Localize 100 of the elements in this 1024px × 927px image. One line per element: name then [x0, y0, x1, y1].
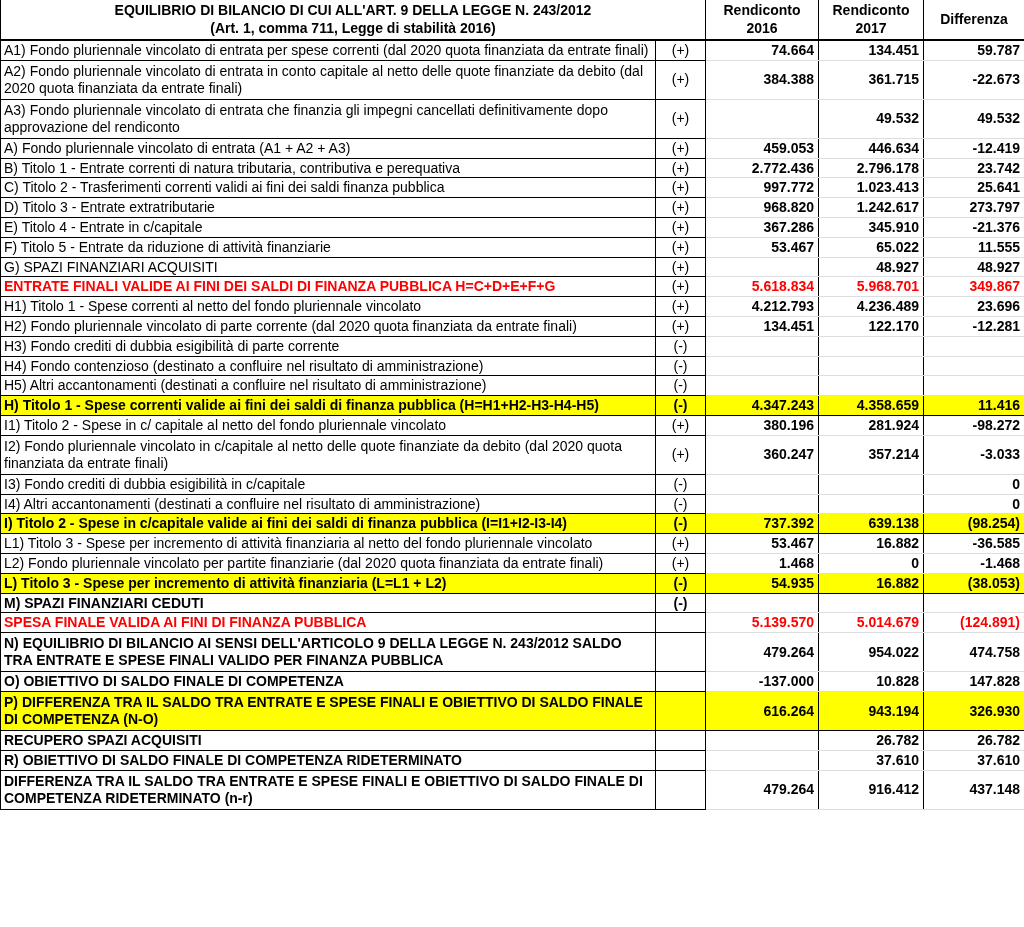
- value-cell: 916.412: [818, 770, 924, 809]
- row-label: D) Titolo 3 - Entrate extratributarie: [0, 197, 656, 218]
- value-cell: 367.286: [705, 217, 819, 238]
- row-label: I2) Fondo pluriennale vincolato in c/capitale al netto delle quote finanziate da debito (dal 2020 quota finanziata da entrate finali): [0, 435, 656, 475]
- value-cell: 26.782: [818, 730, 924, 751]
- row-label: H1) Titolo 1 - Spese correnti al netto del fondo pluriennale vincolato: [0, 296, 656, 317]
- row-label: A3) Fondo pluriennale vincolato di entrata che finanzia gli impegni cancellati definitivamente dopo approvazione del rendiconto: [0, 99, 656, 139]
- value-cell: 954.022: [818, 632, 924, 672]
- value-cell: 37.610: [818, 750, 924, 770]
- sign-cell: (+): [655, 257, 706, 277]
- value-cell: 10.828: [818, 671, 924, 692]
- row-label: L2) Fondo pluriennale vincolato per partite finanziarie (dal 2020 quota finanziata da entrate finali): [0, 553, 656, 574]
- value-cell: 384.388: [705, 60, 819, 100]
- column-header: Rendiconto 2017: [818, 0, 924, 40]
- value-cell: 5.139.570: [705, 612, 819, 633]
- value-cell: 0: [818, 553, 924, 574]
- value-cell: 361.715: [818, 60, 924, 100]
- value-cell: 616.264: [705, 691, 819, 731]
- column-header: Rendiconto 2016: [705, 0, 819, 40]
- sign-cell: (+): [655, 60, 706, 100]
- value-cell: 360.247: [705, 435, 819, 475]
- table-subtitle: (Art. 1, comma 711, Legge di stabilità 2016): [209, 19, 497, 37]
- value-cell: 968.820: [705, 197, 819, 218]
- row-label: H) Titolo 1 - Spese correnti valide ai fini dei saldi di finanza pubblica (H=H1+H2-H3-H4-H5): [0, 395, 656, 416]
- row-label: L1) Titolo 3 - Spese per incremento di attività finanziaria al netto del fondo pluriennale vincolato: [0, 533, 656, 554]
- sign-cell: (-): [655, 494, 706, 514]
- sign-cell: (+): [655, 217, 706, 238]
- row-label: F) Titolo 5 - Entrate da riduzione di attività finanziarie: [0, 237, 656, 258]
- sign-cell: (+): [655, 296, 706, 317]
- value-cell: 134.451: [705, 316, 819, 337]
- value-cell: 5.618.834: [705, 276, 819, 297]
- value-cell: 326.930: [923, 691, 1024, 731]
- value-cell: 2.772.436: [705, 158, 819, 178]
- sign-cell: (+): [655, 158, 706, 178]
- sign-cell: (-): [655, 375, 706, 396]
- value-cell: 4.212.793: [705, 296, 819, 317]
- sign-cell: (+): [655, 197, 706, 218]
- sign-cell: (+): [655, 533, 706, 554]
- row-label: H3) Fondo crediti di dubbia esigibilità di parte corrente: [0, 336, 656, 357]
- value-cell: 16.882: [818, 533, 924, 554]
- row-label: DIFFERENZA TRA IL SALDO TRA ENTRATE E SPESE FINALI E OBIETTIVO DI SALDO FINALE DI COMPETENZA RIDETERMINATO (n-r): [0, 770, 656, 809]
- value-cell: 49.532: [818, 99, 924, 139]
- row-label: G) SPAZI FINANZIARI ACQUISITI: [0, 257, 656, 277]
- row-label: I) Titolo 2 - Spese in c/capitale valide ai fini dei saldi di finanza pubblica (I=I1+I2-I3-I4): [0, 513, 656, 534]
- row-label: ENTRATE FINALI VALIDE AI FINI DEI SALDI DI FINANZA PUBBLICA H=C+D+E+F+G: [0, 276, 656, 297]
- row-label: I3) Fondo crediti di dubbia esigibilità in c/capitale: [0, 474, 656, 495]
- value-cell: 74.664: [705, 40, 819, 61]
- value-cell: 53.467: [705, 237, 819, 258]
- value-cell: 357.214: [818, 435, 924, 475]
- row-label: A2) Fondo pluriennale vincolato di entrata in conto capitale al netto delle quote finanziate da debito (dal 2020 quota finanziata da entrate finali): [0, 60, 656, 100]
- sign-cell: (+): [655, 138, 706, 159]
- row-label: B) Titolo 1 - Entrate correnti di natura tributaria, contributiva e perequativa: [0, 158, 656, 178]
- row-label: I4) Altri accantonamenti (destinati a confluire nel risultato di amministrazione): [0, 494, 656, 514]
- sign-cell: (+): [655, 99, 706, 139]
- value-cell: 997.772: [705, 177, 819, 198]
- row-label: M) SPAZI FINANZIARI CEDUTI: [0, 593, 656, 613]
- value-cell: 459.053: [705, 138, 819, 159]
- sign-cell: (-): [655, 336, 706, 357]
- row-label: E) Titolo 4 - Entrate in c/capitale: [0, 217, 656, 238]
- row-label: I1) Titolo 2 - Spese in c/ capitale al netto del fondo pluriennale vincolato: [0, 415, 656, 436]
- value-cell: 345.910: [818, 217, 924, 238]
- value-cell: 48.927: [818, 257, 924, 277]
- value-cell: 5.968.701: [818, 276, 924, 297]
- value-cell: 2.796.178: [818, 158, 924, 178]
- value-cell: 446.634: [818, 138, 924, 159]
- sign-cell: (-): [655, 474, 706, 495]
- sign-cell: (+): [655, 40, 706, 61]
- row-label: H4) Fondo contenzioso (destinato a confluire nel risultato di amministrazione): [0, 356, 656, 376]
- sign-cell: (+): [655, 237, 706, 258]
- value-cell: 943.194: [818, 691, 924, 731]
- sign-cell: (+): [655, 177, 706, 198]
- value-cell: 53.467: [705, 533, 819, 554]
- sign-cell: (+): [655, 415, 706, 436]
- value-cell: 281.924: [818, 415, 924, 436]
- value-cell: 65.022: [818, 237, 924, 258]
- sign-cell: (+): [655, 316, 706, 337]
- table-title: EQUILIBRIO DI BILANCIO DI CUI ALL'ART. 9 DELLA LEGGE N. 243/2012: [113, 2, 593, 20]
- row-label: P) DIFFERENZA TRA IL SALDO TRA ENTRATE E SPESE FINALI E OBIETTIVO DI SALDO FINALE DI COMPETENZA (N-O): [0, 691, 656, 731]
- value-cell: -137.000: [705, 671, 819, 692]
- row-label: O) OBIETTIVO DI SALDO FINALE DI COMPETENZA: [0, 671, 656, 692]
- row-label: L) Titolo 3 - Spese per incremento di attività finanziaria (L=L1 + L2): [0, 573, 656, 594]
- row-label: R) OBIETTIVO DI SALDO FINALE DI COMPETENZA RIDETERMINATO: [0, 750, 656, 770]
- sign-cell: (-): [655, 356, 706, 376]
- sign-cell: (+): [655, 276, 706, 297]
- value-cell: 1.242.617: [818, 197, 924, 218]
- value-cell: 122.170: [818, 316, 924, 337]
- sign-cell: (+): [655, 435, 706, 475]
- row-label: SPESA FINALE VALIDA AI FINI DI FINANZA PUBBLICA: [0, 612, 656, 633]
- value-cell: 134.451: [818, 40, 924, 61]
- value-cell: 380.196: [705, 415, 819, 436]
- value-cell: 1.023.413: [818, 177, 924, 198]
- sign-cell: (-): [655, 593, 706, 613]
- value-cell: 5.014.679: [818, 612, 924, 633]
- row-label: C) Titolo 2 - Trasferimenti correnti validi ai fini dei saldi finanza pubblica: [0, 177, 656, 198]
- row-label: H5) Altri accantonamenti (destinati a confluire nel risultato di amministrazione): [0, 375, 656, 396]
- value-cell: 479.264: [705, 770, 819, 809]
- row-label: RECUPERO SPAZI ACQUISITI: [0, 730, 656, 751]
- row-label: N) EQUILIBRIO DI BILANCIO AI SENSI DELL'ARTICOLO 9 DELLA LEGGE N. 243/2012 SALDO TRA ENTRATE E SPESE FINALI VALIDO PER FINANZA PUBBLICA: [0, 632, 656, 672]
- row-label: A) Fondo pluriennale vincolato di entrata (A1 + A2 + A3): [0, 138, 656, 159]
- value-cell: 479.264: [705, 632, 819, 672]
